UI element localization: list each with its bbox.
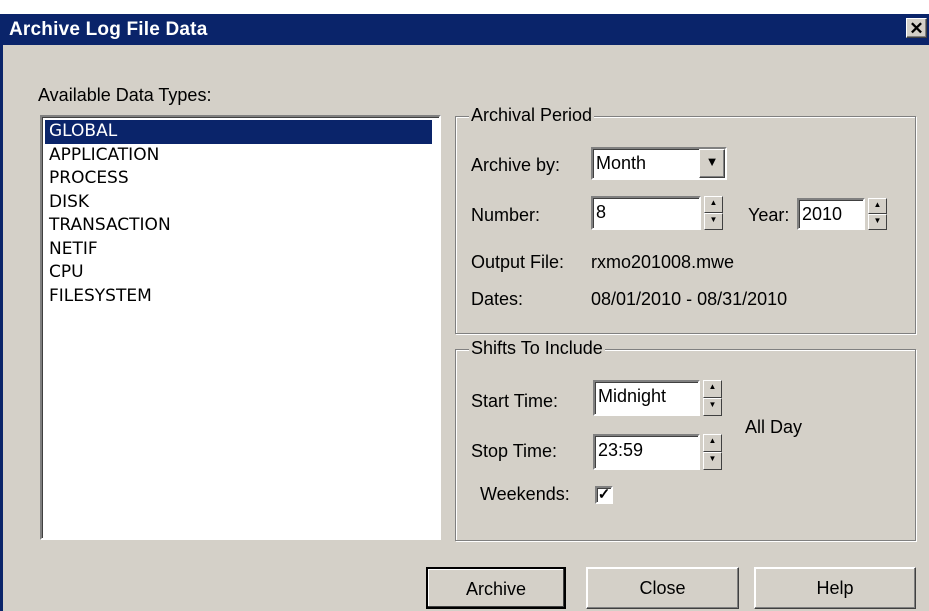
start-time-value: Midnight	[598, 386, 667, 406]
spin-down-icon[interactable]: ▼	[868, 214, 887, 230]
stop-time-label: Stop Time:	[471, 441, 558, 461]
dates-value: 08/01/2010 - 08/31/2010	[591, 289, 788, 309]
weekends-checkbox[interactable]: ✓	[595, 486, 613, 504]
dates-label: Dates:	[471, 289, 524, 309]
archive-by-value: Month	[596, 153, 647, 173]
year-spinner[interactable]: ▲ ▼	[868, 198, 887, 230]
number-label: Number:	[471, 205, 541, 225]
number-spinner[interactable]: ▲ ▼	[704, 196, 723, 230]
start-time-input[interactable]: Midnight	[593, 380, 700, 416]
output-file-label: Output File:	[471, 252, 565, 272]
close-icon: ✕	[909, 19, 924, 38]
window-title: Archive Log File Data	[9, 19, 208, 40]
data-types-label: Available Data Types:	[38, 85, 212, 105]
archive-by-dropdown-button[interactable]: ▼	[699, 149, 725, 178]
list-item[interactable]: DISK	[45, 191, 432, 215]
output-file-value: rxmo201008.mwe	[591, 252, 735, 272]
list-item[interactable]: GLOBAL	[45, 120, 432, 144]
help-button[interactable]: Help	[754, 567, 916, 609]
year-label: Year:	[748, 205, 790, 225]
stop-time-input[interactable]: 23:59	[593, 434, 700, 470]
dialog-window: Archive Log File Data ✕ Available Data T…	[0, 14, 929, 611]
list-item[interactable]: NETIF	[45, 238, 432, 262]
spin-up-icon[interactable]: ▲	[868, 198, 887, 214]
archive-by-label: Archive by:	[471, 155, 561, 175]
stop-time-spinner[interactable]: ▲ ▼	[703, 434, 722, 470]
check-icon: ✓	[597, 486, 611, 503]
all-day-text: All Day	[745, 417, 803, 437]
spin-down-icon[interactable]: ▼	[703, 398, 722, 416]
number-value: 8	[596, 202, 607, 222]
number-input[interactable]: 8	[591, 196, 701, 230]
list-item[interactable]: PROCESS	[45, 167, 432, 191]
start-time-spinner[interactable]: ▲ ▼	[703, 380, 722, 416]
chevron-down-icon: ▼	[705, 154, 719, 169]
shifts-legend: Shifts To Include	[469, 338, 605, 359]
close-window-button[interactable]: ✕	[906, 18, 927, 38]
year-value: 2010	[802, 204, 843, 224]
spin-up-icon[interactable]: ▲	[703, 380, 722, 398]
list-item[interactable]: FILESYSTEM	[45, 285, 432, 309]
weekends-label: Weekends:	[480, 484, 570, 504]
title-bar[interactable]: Archive Log File Data ✕	[3, 14, 929, 45]
year-input[interactable]: 2010	[797, 198, 865, 230]
data-types-listbox[interactable]: GLOBAL APPLICATION PROCESS DISK TRANSACTION N…	[40, 115, 441, 540]
start-time-label: Start Time:	[471, 391, 559, 411]
spin-up-icon[interactable]: ▲	[704, 196, 723, 213]
spin-up-icon[interactable]: ▲	[703, 434, 722, 452]
list-item[interactable]: TRANSACTION	[45, 214, 432, 238]
spin-down-icon[interactable]: ▼	[703, 452, 722, 470]
list-item[interactable]: CPU	[45, 261, 432, 285]
archival-period-legend: Archival Period	[469, 105, 595, 126]
spin-down-icon[interactable]: ▼	[704, 213, 723, 230]
list-item[interactable]: APPLICATION	[45, 144, 432, 168]
stop-time-value: 23:59	[598, 440, 644, 460]
archive-button[interactable]: Archive	[426, 567, 566, 609]
close-button[interactable]: Close	[586, 567, 739, 609]
